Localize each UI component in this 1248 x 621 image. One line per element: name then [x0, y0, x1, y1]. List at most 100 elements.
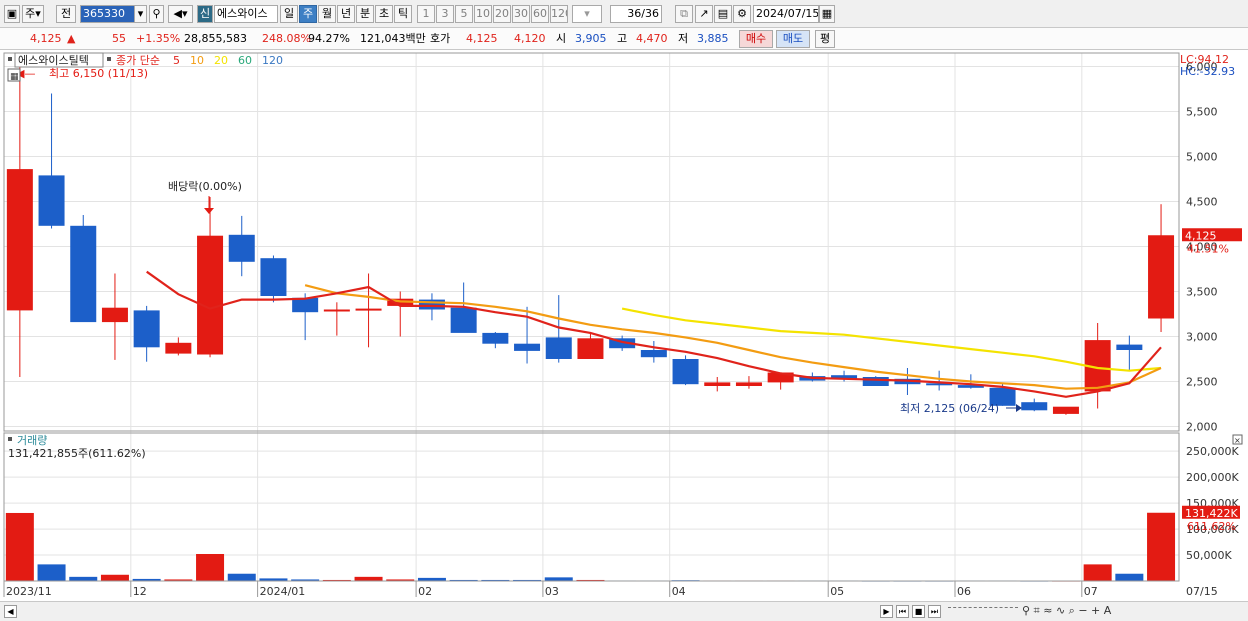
ask-label: 호가	[430, 32, 451, 45]
stock-name-field[interactable]: 에스와이스	[214, 5, 278, 23]
save-icon[interactable]: ▤	[714, 5, 732, 23]
new-badge: 신	[197, 5, 213, 23]
x-label: 07	[1084, 585, 1098, 598]
bottom-scroll-bar[interactable]: ◀ ▶ ⏮ ■ ⏭ ⚲ ⌗ ≈ ∿ ⌕ − + A	[0, 601, 1248, 621]
date-field[interactable]: 2024/07/15	[753, 5, 819, 23]
volume-panel-frame	[3, 432, 1180, 582]
ma-period-5: 5	[173, 54, 180, 67]
volume-bar	[100, 574, 129, 581]
interval-tab-3[interactable]: 3	[436, 5, 454, 23]
code-dropdown-icon[interactable]: ▾	[134, 5, 147, 23]
dividend-annotation: 배당락(0.00%)	[168, 180, 242, 214]
candle-body	[197, 235, 224, 355]
interval-tab-20[interactable]: 20	[493, 5, 511, 23]
period-tab-0[interactable]: 일	[280, 5, 298, 23]
candle-body	[1021, 402, 1048, 411]
eval-button[interactable]: 평	[815, 30, 835, 48]
volume-tick-label: 200,000K	[1186, 471, 1239, 484]
x-label: 02	[418, 585, 432, 598]
candle-body	[133, 310, 160, 348]
candlestick-chart[interactable]: 2,0002,5003,0003,5004,0004,5005,0005,500…	[0, 50, 1248, 601]
ma-handle-icon[interactable]	[107, 57, 111, 61]
interval-tab-60[interactable]: 60	[531, 5, 549, 23]
stock-label: 에스와이스틸텍	[18, 54, 89, 67]
last-page-icon[interactable]: ⏭	[928, 605, 941, 618]
prev-button[interactable]: 전	[56, 5, 76, 23]
interval-tab-120[interactable]: 120	[550, 5, 568, 23]
draw-icon[interactable]: ↗	[695, 5, 713, 23]
y-tick-label: 4,500	[1186, 196, 1218, 209]
volume-bar	[544, 577, 573, 581]
ma-period-120: 120	[262, 54, 283, 67]
ma5-line	[146, 270, 1162, 398]
first-page-icon[interactable]: ⏮	[896, 605, 909, 618]
zoom-slider[interactable]	[948, 607, 1018, 616]
volume-close-glyph: ×	[1234, 436, 1241, 445]
hc-readout: HC:-32.93	[1180, 65, 1235, 78]
buy-button[interactable]: 매수	[739, 30, 773, 48]
ma-period-10: 10	[190, 54, 204, 67]
link-icon[interactable]: ⧉	[675, 5, 693, 23]
candle-body	[228, 234, 255, 262]
stop-icon[interactable]: ■	[912, 605, 925, 618]
interval-tab-30[interactable]: 30	[512, 5, 530, 23]
price-change: 55	[112, 32, 126, 45]
stock-code-input[interactable]: 365330	[80, 5, 136, 23]
x-label: 2023/11	[6, 585, 52, 598]
candles	[6, 53, 1175, 415]
panel-handle-icon[interactable]	[8, 57, 12, 61]
volume-label: 거래량	[17, 434, 47, 447]
volume-tick-label: 50,000K	[1186, 549, 1232, 562]
candle-body	[101, 307, 128, 323]
x-label-last: 07/15	[1186, 585, 1218, 598]
interval-tab-5[interactable]: 5	[455, 5, 473, 23]
volume-bar	[37, 564, 66, 581]
low-arrowhead-icon	[1016, 404, 1022, 412]
interval-dropdown[interactable]: ▾	[572, 5, 602, 23]
gear-icon[interactable]: ⚙	[733, 5, 751, 23]
ma-period-60: 60	[238, 54, 252, 67]
high-annotation: ◀— 최고 6,150 (11/13)	[16, 67, 148, 80]
sell-button[interactable]: 매도	[776, 30, 810, 48]
tool-icons[interactable]: ⚲ ⌗ ≈ ∿ ⌕ − + A	[1022, 604, 1111, 618]
window-icon[interactable]: ▣	[4, 5, 20, 23]
ma-periods: 5 10 20 60 120	[173, 54, 283, 67]
ma-period-20: 20	[214, 54, 228, 67]
period-tab-1[interactable]: 주	[299, 5, 317, 23]
volume-bars	[5, 512, 1176, 582]
volume-bar	[1083, 564, 1112, 581]
candle-body	[1052, 406, 1079, 414]
volume-current-tag: 131,422K	[1185, 507, 1238, 520]
calendar-icon[interactable]: ▦	[819, 5, 835, 23]
count-field[interactable]: 36/36	[610, 5, 662, 23]
candle-body	[6, 169, 33, 311]
search-icon[interactable]: ⚲	[149, 5, 164, 23]
low-label: 저	[678, 32, 689, 45]
current-price-tag: 4,125	[1185, 229, 1217, 242]
volume-handle-icon[interactable]	[8, 437, 12, 441]
scroll-right-icon[interactable]: ▶	[880, 605, 893, 618]
candle-body	[640, 350, 667, 358]
dividend-note: 배당락(0.00%)	[168, 180, 242, 193]
candle-body	[482, 332, 509, 344]
price-panel-frame	[3, 52, 1180, 432]
low-note: 최저 2,125 (06/24)	[900, 402, 999, 415]
x-label: 05	[830, 585, 844, 598]
period-tab-6[interactable]: 틱	[394, 5, 412, 23]
high-note: 최고 6,150 (11/13)	[49, 67, 148, 80]
scroll-left-icon[interactable]: ◀	[4, 605, 17, 618]
period-code-select[interactable]: 주▾	[22, 5, 44, 23]
volume-bar	[1147, 512, 1176, 581]
speaker-icon[interactable]: ◀▾	[168, 5, 193, 23]
interval-tab-1[interactable]: 1	[417, 5, 435, 23]
y-tick-label: 5,000	[1186, 151, 1218, 164]
period-tab-2[interactable]: 월	[318, 5, 336, 23]
period-tab-3[interactable]: 년	[337, 5, 355, 23]
candle-body	[70, 225, 97, 323]
open-label: 시	[556, 32, 567, 45]
x-label: 12	[133, 585, 147, 598]
interval-tab-10[interactable]: 10	[474, 5, 492, 23]
period-tab-5[interactable]: 초	[375, 5, 393, 23]
toolbar: ▣ 주▾ 전 365330 ▾ ⚲ ◀▾ 신 에스와이스 일주월년분초틱 135…	[0, 0, 1248, 28]
period-tab-4[interactable]: 분	[356, 5, 374, 23]
